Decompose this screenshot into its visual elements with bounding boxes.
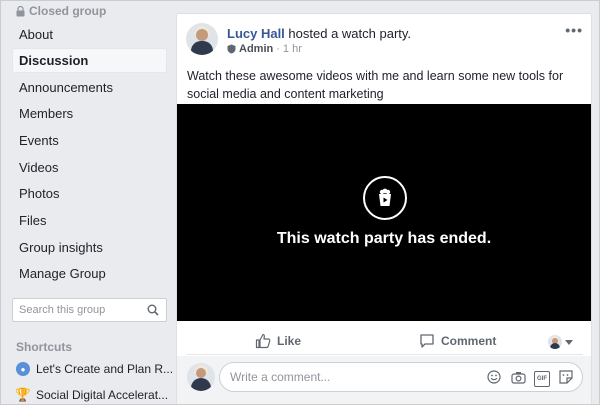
shortcut-label: Let's Create and Plan R... xyxy=(36,362,174,376)
group-type-text: Closed group xyxy=(29,4,107,18)
watch-party-video[interactable]: This watch party has ended. xyxy=(177,104,591,321)
more-options-icon[interactable]: ••• xyxy=(565,22,583,38)
emoji-icon[interactable] xyxy=(486,369,502,385)
sidebar-item-events[interactable]: Events xyxy=(12,128,167,153)
author-role: Admin xyxy=(239,43,274,55)
post-header: Lucy Hall hosted a watch party. xyxy=(227,26,411,41)
sidebar-item-members[interactable]: Members xyxy=(12,101,167,126)
watch-party-icon xyxy=(363,176,407,220)
sidebar-item-files[interactable]: Files xyxy=(12,208,167,233)
shortcut-item[interactable]: ● Let's Create and Plan R... xyxy=(16,360,174,378)
meta-separator: · xyxy=(276,43,280,55)
avatar xyxy=(548,335,562,349)
shortcut-label: Social Digital Accelerat... xyxy=(36,388,169,402)
comment-label: Comment xyxy=(441,334,497,348)
post-meta: Admin · 1 hr xyxy=(227,43,302,55)
camera-icon[interactable] xyxy=(510,369,526,385)
author-name-link[interactable]: Lucy Hall xyxy=(227,26,285,41)
comment-input[interactable] xyxy=(230,367,480,387)
chevron-down-icon xyxy=(565,339,573,345)
thumbs-up-icon xyxy=(255,333,271,349)
post-card: Lucy Hall hosted a watch party. Admin · … xyxy=(176,13,592,405)
shortcuts-heading: Shortcuts xyxy=(16,340,73,354)
avatar[interactable] xyxy=(186,23,218,55)
post-action-text: hosted a watch party. xyxy=(288,26,412,41)
watch-party-status: This watch party has ended. xyxy=(276,230,492,247)
sidebar-item-discussion[interactable]: Discussion xyxy=(12,48,167,73)
shortcut-item[interactable]: 🏆 Social Digital Accelerat... xyxy=(16,386,174,404)
lock-icon xyxy=(16,5,25,16)
like-label: Like xyxy=(277,334,302,348)
trophy-icon: 🏆 xyxy=(16,387,32,402)
group-privacy-label: Closed group xyxy=(16,4,106,18)
sidebar-item-group-insights[interactable]: Group insights xyxy=(12,235,167,260)
group-icon: ● xyxy=(16,362,30,376)
avatar xyxy=(187,363,215,391)
like-button[interactable]: Like xyxy=(255,333,301,349)
group-sidebar: Closed group About Discussion Announceme… xyxy=(0,0,176,405)
post-timestamp[interactable]: 1 hr xyxy=(283,43,302,55)
comment-button[interactable]: Comment xyxy=(419,333,496,349)
audience-selector[interactable] xyxy=(548,335,573,349)
sidebar-item-about[interactable]: About xyxy=(12,22,167,47)
post-text: Watch these awesome videos with me and l… xyxy=(187,69,564,101)
comment-icon xyxy=(420,334,434,348)
comment-tools: GIF xyxy=(486,369,574,387)
comment-composer: GIF xyxy=(177,356,591,404)
sidebar-item-announcements[interactable]: Announcements xyxy=(12,75,167,100)
divider xyxy=(187,354,583,355)
sticker-icon[interactable] xyxy=(558,369,574,385)
search-icon[interactable] xyxy=(147,304,159,316)
sidebar-item-videos[interactable]: Videos xyxy=(12,155,167,180)
group-search-input[interactable] xyxy=(13,299,138,321)
sidebar-item-photos[interactable]: Photos xyxy=(12,181,167,206)
comment-box[interactable]: GIF xyxy=(219,362,583,392)
group-search[interactable] xyxy=(12,298,167,322)
shield-icon xyxy=(227,44,236,54)
sidebar-item-manage-group[interactable]: Manage Group xyxy=(12,261,167,286)
gif-icon[interactable]: GIF xyxy=(534,369,550,387)
